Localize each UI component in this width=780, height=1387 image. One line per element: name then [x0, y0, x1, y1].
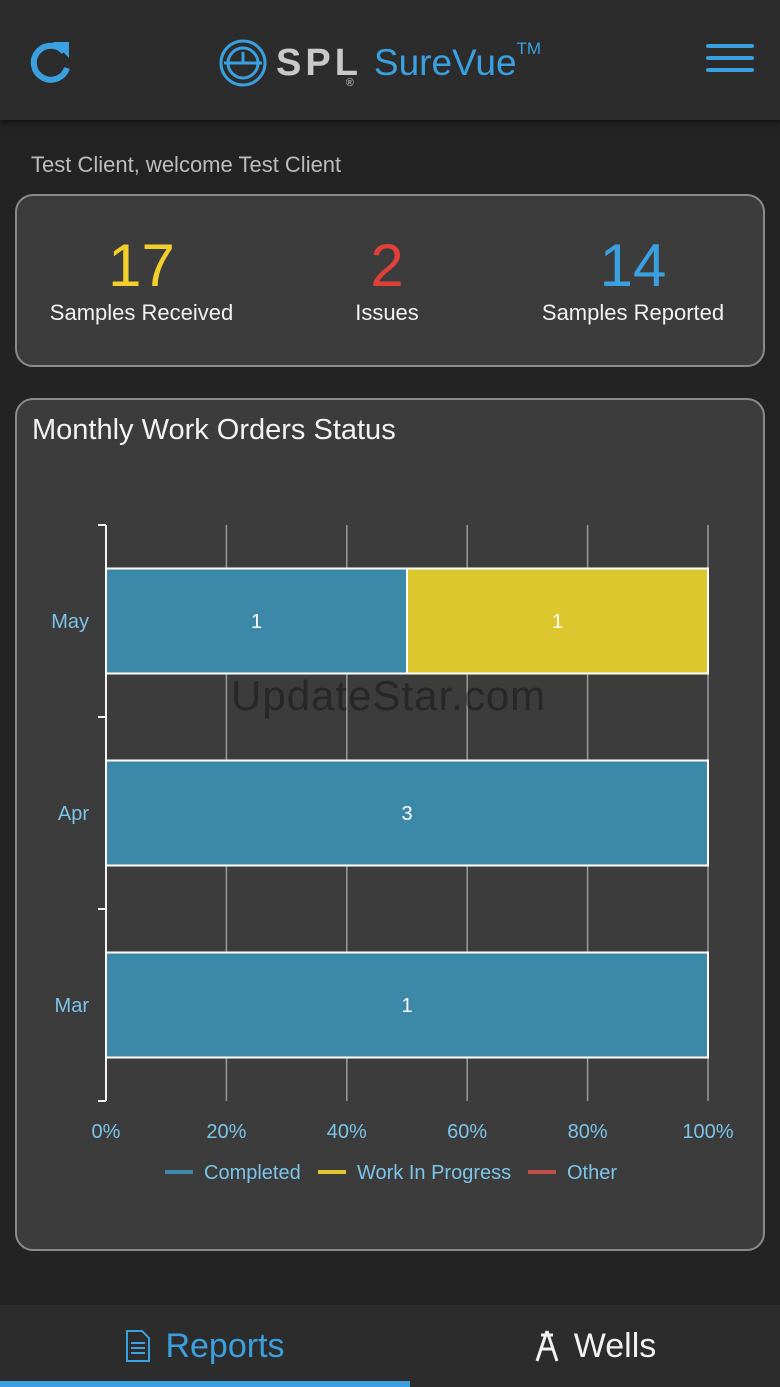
x-tick-label: 100% [682, 1121, 733, 1143]
stat-label: Issues [355, 300, 419, 325]
x-tick-label: 60% [447, 1121, 487, 1143]
bar-value-label: 1 [251, 611, 262, 633]
bottom-tab-bar: Reports Wells [0, 1305, 780, 1387]
app-header: SPL ® SureVue TM [0, 0, 780, 120]
app-logo: SPL ® SureVue TM [218, 36, 541, 90]
trademark-mark: TM [516, 39, 542, 58]
stat-value: 17 [108, 232, 175, 299]
watermark-text: UpdateStar.com [231, 672, 547, 719]
legend-label: Work In Progress [357, 1162, 511, 1184]
refresh-button[interactable] [26, 38, 76, 88]
hamburger-menu-button[interactable] [706, 44, 754, 80]
x-tick-label: 20% [206, 1121, 246, 1143]
document-icon [125, 1329, 151, 1363]
bar-value-label: 1 [552, 611, 563, 633]
refresh-icon [30, 42, 70, 83]
active-tab-indicator [0, 1381, 410, 1387]
logo-spl-text: SPL ® [276, 41, 362, 89]
work-orders-chart: 0% 20% 40% 60% 80% 100% May 1 1 Apr 3 Mar 1 Completed… [51, 524, 734, 1184]
x-tick-label: 40% [327, 1121, 367, 1143]
y-category-label: Apr [58, 803, 89, 825]
tab-reports[interactable]: Reports [0, 1305, 410, 1387]
legend-label: Other [567, 1162, 617, 1184]
x-tick-label: 0% [92, 1121, 121, 1143]
y-category-label: Mar [55, 995, 90, 1017]
x-tick-label: 80% [568, 1121, 608, 1143]
tab-label: Reports [165, 1326, 285, 1365]
stat-label: Samples Received [49, 300, 234, 325]
stat-label: Samples Reported [541, 300, 725, 325]
stat-value: 2 [370, 232, 404, 299]
stat-value: 14 [599, 232, 667, 299]
y-category-label: May [51, 611, 89, 633]
stats-card: 17 Samples Received 2 Issues 14 Samples … [15, 194, 765, 367]
well-rig-icon [534, 1329, 560, 1363]
hamburger-icon [706, 44, 754, 72]
bar-value-label: 1 [401, 995, 412, 1017]
logo-mark-icon [219, 39, 267, 87]
work-orders-chart-card: Monthly Work Orders Status 0% 20% 40% 60% 80… [15, 398, 765, 1251]
stat-issues[interactable]: 2 Issues [335, 234, 439, 326]
welcome-text: Test Client, welcome Test Client [31, 152, 342, 177]
logo-product-text: SureVue [373, 42, 517, 83]
stat-samples-received[interactable]: 17 Samples Received [39, 234, 244, 326]
tab-label: Wells [573, 1326, 657, 1365]
registered-mark: ® [345, 76, 358, 89]
legend-label: Completed [204, 1162, 301, 1184]
tab-wells[interactable]: Wells [410, 1305, 780, 1387]
bar-value-label: 3 [401, 803, 412, 825]
stat-samples-reported[interactable]: 14 Samples Reported [529, 234, 737, 326]
